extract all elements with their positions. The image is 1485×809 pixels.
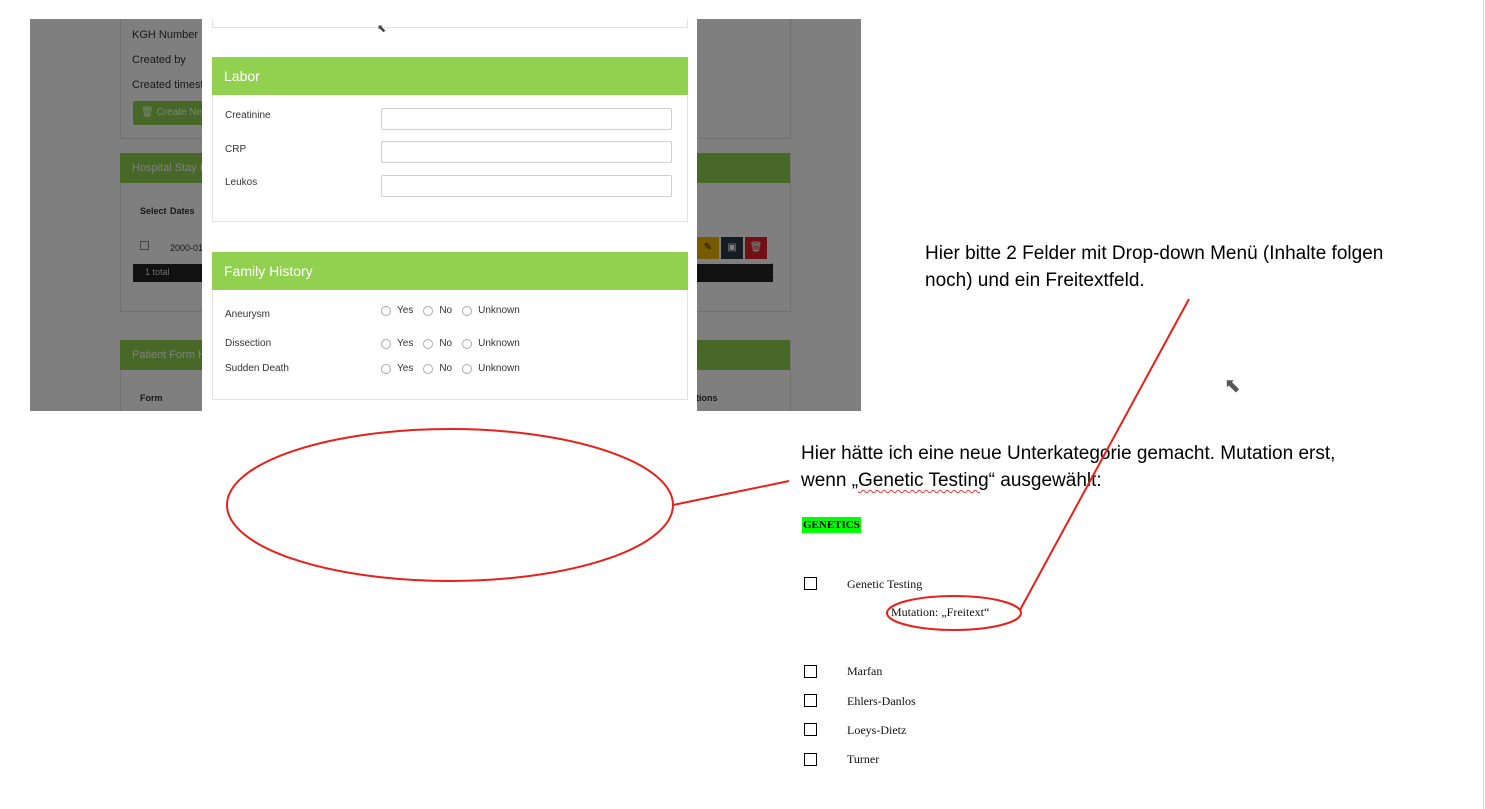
genetics-heading: GENETICS — [802, 517, 861, 533]
turner-checkbox[interactable] — [804, 753, 817, 766]
aneurysm-no-option[interactable]: No — [423, 305, 452, 316]
radio-icon[interactable] — [462, 363, 473, 374]
sudden-death-yes-option[interactable]: Yes — [381, 363, 413, 374]
radio-icon[interactable] — [381, 338, 391, 349]
aneurysm-yes-option[interactable]: Yes — [381, 305, 413, 316]
mid-annotation-post: “ ausgewählt: — [988, 470, 1102, 491]
mouse-cursor-icon: ⬉ — [1224, 375, 1241, 397]
radio-icon[interactable] — [423, 363, 434, 374]
radio-icon[interactable] — [423, 305, 434, 316]
sudden-death-yes-label: Yes — [397, 363, 414, 374]
crp-label: CRP — [225, 144, 247, 155]
ehlers-danlos-checkbox[interactable] — [804, 694, 817, 707]
dissection-unknown-label: Unknown — [478, 338, 520, 349]
modal-top-card — [212, 19, 688, 28]
dissection-no-label: No — [439, 338, 453, 349]
top-annotation: Hier bitte 2 Felder mit Drop-down Menü (… — [925, 240, 1475, 294]
cursor-icon: ⬉ — [377, 23, 387, 35]
embedded-screenshot: KGH Number Created by Created timesta 🗑 … — [30, 19, 861, 411]
mid-annotation-line1: Hier hätte ich eine neue Unterkategorie … — [801, 443, 1336, 464]
dissection-yes-option[interactable]: Yes — [381, 338, 413, 349]
labor-header: Labor — [212, 57, 688, 95]
empty-section-ellipse — [226, 428, 674, 582]
radio-icon[interactable] — [462, 338, 473, 349]
ehlers-danlos-label: Ehlers-Danlos — [847, 694, 916, 708]
modal-dialog: ⬉ Labor Creatinine CRP Leukos Family His… — [202, 19, 697, 411]
family-history-header: Family History — [212, 252, 688, 290]
dissection-unknown-option[interactable]: Unknown — [462, 338, 520, 349]
top-annotation-line2: noch) und ein Freitextfeld. — [925, 270, 1145, 291]
radio-icon[interactable] — [462, 305, 473, 316]
loeys-dietz-checkbox[interactable] — [804, 723, 817, 736]
aneurysm-radio-group: Yes No Unknown — [381, 305, 530, 316]
aneurysm-label: Aneurysm — [225, 309, 271, 320]
creatinine-label: Creatinine — [225, 110, 271, 121]
aneurysm-unknown-option[interactable]: Unknown — [462, 305, 520, 316]
sudden-death-radio-group: Yes No Unknown — [381, 363, 530, 374]
aneurysm-no-label: No — [439, 305, 453, 316]
crp-input[interactable] — [381, 141, 672, 163]
aneurysm-unknown-label: Unknown — [478, 305, 520, 316]
aneurysm-yes-label: Yes — [397, 305, 414, 316]
radio-icon[interactable] — [423, 338, 434, 349]
sudden-death-unknown-label: Unknown — [478, 363, 520, 374]
top-annotation-line1: Hier bitte 2 Felder mit Drop-down Menü (… — [925, 243, 1384, 264]
mid-annotation-line2: wenn „Genetic Testing“ ausgewählt: — [801, 467, 1471, 494]
turner-label: Turner — [847, 752, 880, 766]
genetic-testing-checkbox[interactable] — [804, 577, 817, 590]
mutation-label: Mutation: „Freitext“ — [891, 605, 990, 619]
dissection-no-option[interactable]: No — [423, 338, 452, 349]
leukos-label: Leukos — [225, 177, 258, 188]
marfan-checkbox[interactable] — [804, 665, 817, 678]
page-edge-line — [1483, 0, 1484, 809]
loeys-dietz-label: Loeys-Dietz — [847, 723, 907, 737]
sudden-death-no-label: No — [439, 363, 453, 374]
ellipse-connector-line — [672, 480, 790, 506]
mid-annotation-term: Genetic Testing — [858, 470, 989, 491]
radio-icon[interactable] — [381, 305, 391, 316]
genetic-testing-label: Genetic Testing — [847, 577, 923, 591]
marfan-label: Marfan — [847, 664, 883, 678]
radio-icon[interactable] — [381, 363, 391, 374]
dissection-label: Dissection — [225, 338, 272, 349]
sudden-death-label: Sudden Death — [225, 363, 289, 374]
creatinine-input[interactable] — [381, 108, 672, 130]
sudden-death-unknown-option[interactable]: Unknown — [462, 363, 520, 374]
leukos-input[interactable] — [381, 175, 672, 197]
mid-annotation-pre: wenn „ — [801, 470, 859, 491]
dissection-radio-group: Yes No Unknown — [381, 338, 530, 349]
sudden-death-no-option[interactable]: No — [423, 363, 452, 374]
mid-annotation: Hier hätte ich eine neue Unterkategorie … — [801, 440, 1471, 494]
dissection-yes-label: Yes — [397, 338, 414, 349]
